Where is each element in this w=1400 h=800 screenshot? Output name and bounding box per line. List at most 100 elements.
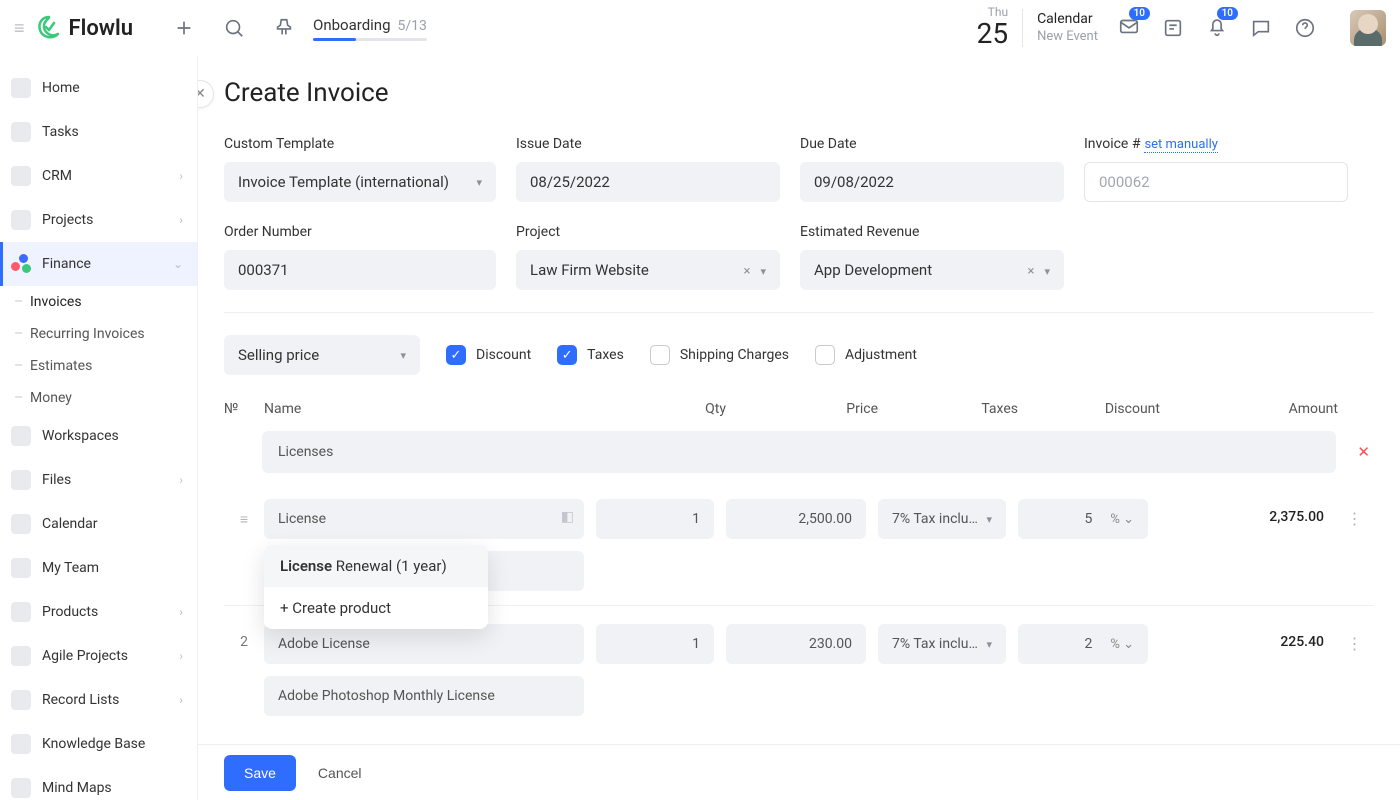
input-qty[interactable]: 1 [596,624,714,664]
table-row: ≡ License ◧ License Renewal (1 year) + C… [224,499,1374,591]
date-block[interactable]: Thu 25 [977,6,1008,50]
field-due-date: Due Date 09/08/2022 [800,136,1064,202]
topbar: ≡ Flowlu Onboarding 5/13 Thu 25 Calendar… [0,0,1400,56]
chevron-right-icon: › [179,169,183,183]
field-project: Project Law Firm Website×▾ [516,224,780,290]
col-discount: Discount [1018,401,1160,417]
field-order-no: Order Number 000371 [224,224,496,290]
sidebar-item-crm[interactable]: CRM› [0,154,197,198]
inbox-badge: 10 [1129,7,1150,20]
input-invoice-no[interactable]: 000062 [1084,162,1348,202]
checkbox-discount[interactable]: ✓Discount [446,345,531,365]
select-price-mode[interactable]: Selling price▾ [224,335,420,375]
select-project[interactable]: Law Firm Website×▾ [516,250,780,290]
chevron-down-icon: ▾ [986,638,992,651]
sidebar-item-calendar[interactable]: Calendar [0,502,197,546]
row-number: 2 [224,624,264,650]
bell-badge: 10 [1217,7,1238,20]
checkbox-shipping[interactable]: Shipping Charges [650,345,789,365]
chevron-right-icon: › [179,693,183,707]
col-taxes: Taxes [878,401,1018,417]
sidebar-item-record-lists[interactable]: Record Lists› [0,678,197,722]
brand-logo[interactable]: Flowlu [35,14,134,42]
chevron-down-icon: ▾ [476,176,482,189]
create-product-link[interactable]: + Create product [264,587,488,629]
row-more-icon[interactable]: ⋮ [1338,499,1372,528]
sidebar-item-products[interactable]: Products› [0,590,197,634]
chat-icon[interactable] [1250,17,1272,39]
row-more-icon[interactable]: ⋮ [1338,624,1372,653]
subnav-invoices[interactable]: Invoices [14,286,197,318]
drag-handle-icon[interactable]: ≡ [224,499,264,528]
chevron-right-icon: › [179,473,183,487]
notifications-button[interactable]: 10 [1206,15,1228,41]
input-discount[interactable]: 5% ⌄ [1018,499,1148,539]
note-icon[interactable] [1162,17,1184,39]
subnav-recurring-invoices[interactable]: Recurring Invoices [14,318,197,350]
calendar-quick[interactable]: Calendar New Event [1037,10,1098,45]
checkbox-empty [650,345,670,365]
checkbox-adjustment[interactable]: Adjustment [815,345,917,365]
divider [224,312,1374,313]
input-discount[interactable]: 2% ⌄ [1018,624,1148,664]
chevron-right-icon: › [179,649,183,663]
sidebar-item-projects[interactable]: Projects› [0,198,197,242]
onboarding-count: 5/13 [397,18,426,34]
input-qty[interactable]: 1 [596,499,714,539]
input-item-desc[interactable]: Adobe Photoshop Monthly License [264,676,584,716]
chevron-right-icon: › [179,213,183,227]
subnav-estimates[interactable]: Estimates [14,350,197,382]
subnav-money[interactable]: Money [14,382,197,414]
input-item-name[interactable]: Adobe License [264,624,584,664]
select-tax[interactable]: 7% Tax inclu…▾ [878,624,1006,664]
field-custom-template: Custom Template Invoice Template (intern… [224,136,496,202]
save-button[interactable]: Save [224,755,296,791]
cell-amount: 2,375.00 [1160,499,1338,525]
sidebar-item-tasks[interactable]: Tasks [0,110,197,154]
date-day: 25 [977,19,1008,50]
clear-icon[interactable]: × [744,264,751,279]
sidebar-item-my-team[interactable]: My Team [0,546,197,590]
input-item-name[interactable]: License [264,499,584,539]
sidebar-item-workspaces[interactable]: Workspaces [0,414,197,458]
checkbox-taxes[interactable]: ✓Taxes [557,345,624,365]
cancel-button[interactable]: Cancel [318,765,362,781]
select-tax[interactable]: 7% Tax inclu…▾ [878,499,1006,539]
clear-icon[interactable]: × [1028,264,1035,279]
link-set-manually[interactable]: set manually [1144,137,1217,153]
product-icon: ◧ [561,509,574,525]
sidebar-item-home[interactable]: Home [0,66,197,110]
pin-icon[interactable] [273,17,295,39]
chevron-down-icon: ⌄ [173,257,183,271]
search-icon[interactable] [223,17,245,39]
avatar[interactable] [1350,10,1386,46]
chevron-down-icon: ▾ [986,513,992,526]
product-suggest-popup: License Renewal (1 year) + Create produc… [264,545,488,629]
page-title: Create Invoice [224,78,1374,108]
input-due-date[interactable]: 09/08/2022 [800,162,1064,202]
suggest-item[interactable]: License Renewal (1 year) [264,545,488,587]
topbar-actions [173,17,295,39]
col-price: Price [726,401,878,417]
sidebar-item-finance[interactable]: Finance⌄ [0,242,197,286]
sidebar-item-mind-maps[interactable]: Mind Maps [0,766,197,800]
main-panel: ✕ Create Invoice Custom Template Invoice… [198,56,1400,800]
sidebar-item-agile-projects[interactable]: Agile Projects› [0,634,197,678]
checkbox-empty [815,345,835,365]
sidebar-item-files[interactable]: Files› [0,458,197,502]
help-icon[interactable] [1294,17,1316,39]
sidebar-item-knowledge-base[interactable]: Knowledge Base [0,722,197,766]
input-price[interactable]: 230.00 [726,624,866,664]
delete-group-icon[interactable]: ✕ [1357,443,1370,461]
onboarding-widget[interactable]: Onboarding 5/13 [313,16,427,41]
input-issue-date[interactable]: 08/25/2022 [516,162,780,202]
inbox-button[interactable]: 10 [1118,15,1140,41]
select-custom-template[interactable]: Invoice Template (international)▾ [224,162,496,202]
label-est-revenue: Estimated Revenue [800,224,1064,240]
group-row[interactable]: Licenses ✕ [262,431,1336,473]
input-price[interactable]: 2,500.00 [726,499,866,539]
input-order-no[interactable]: 000371 [224,250,496,290]
plus-icon[interactable] [173,17,195,39]
select-est-revenue[interactable]: App Development×▾ [800,250,1064,290]
menu-toggle[interactable]: ≡ [14,18,25,39]
